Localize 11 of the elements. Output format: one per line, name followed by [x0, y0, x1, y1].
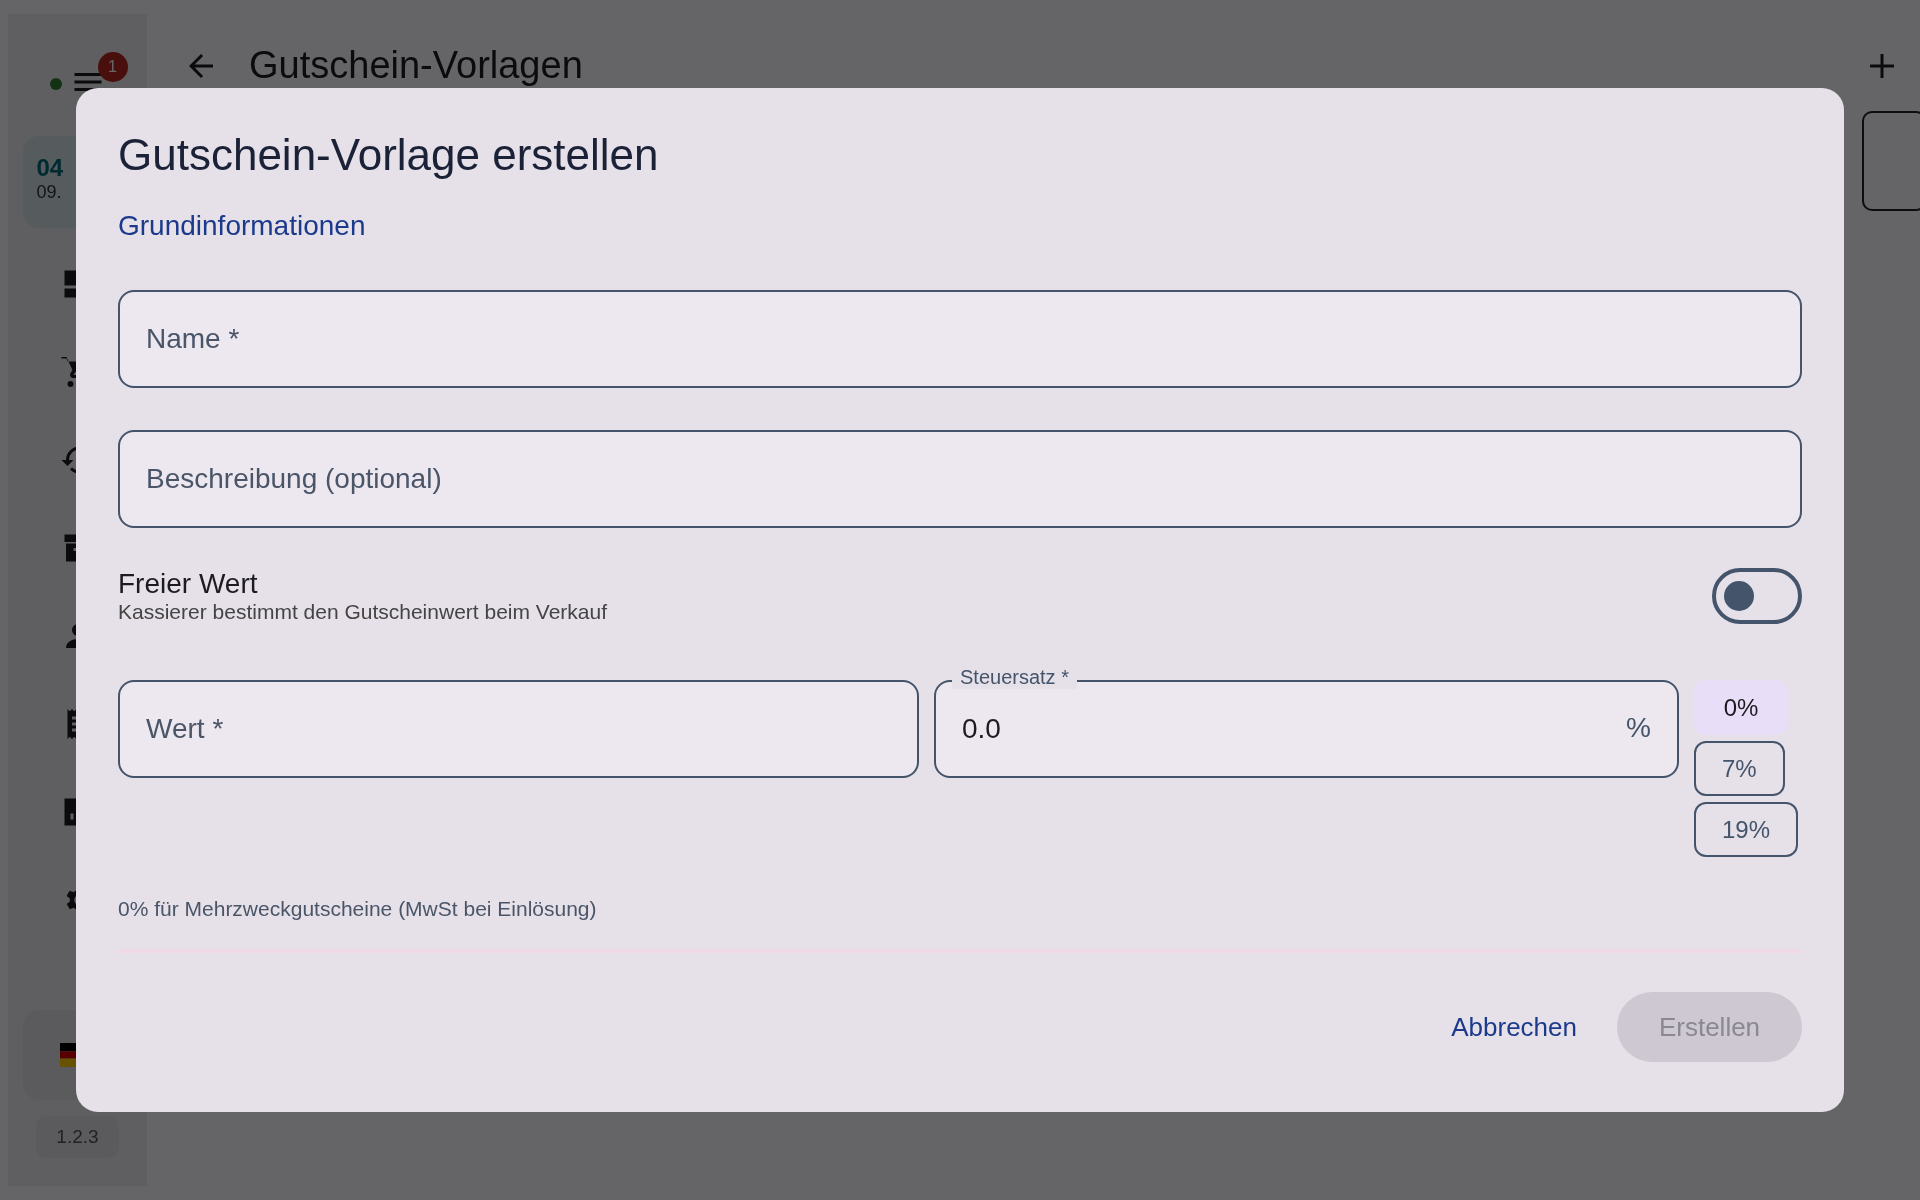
dialog-title: Gutschein-Vorlage erstellen [118, 130, 660, 180]
version-label: 1.2.3 [36, 1116, 119, 1158]
section-heading: Grundinformationen [118, 210, 367, 242]
switch-label: Freier Wert [118, 568, 259, 600]
notification-badge: 1 [97, 52, 128, 82]
page-title: Gutschein-Vorlagen [249, 44, 584, 87]
date-text: 09. [36, 182, 62, 203]
date-day: 04 [36, 154, 64, 182]
hint-text: 0% für Mehrzweckgutscheine (MwSt bei Einlösung) [118, 897, 598, 921]
percent-suffix: % [1626, 712, 1651, 744]
switch-description: Kassierer bestimmt den Gutscheinwert beim Verkauf [118, 600, 609, 624]
